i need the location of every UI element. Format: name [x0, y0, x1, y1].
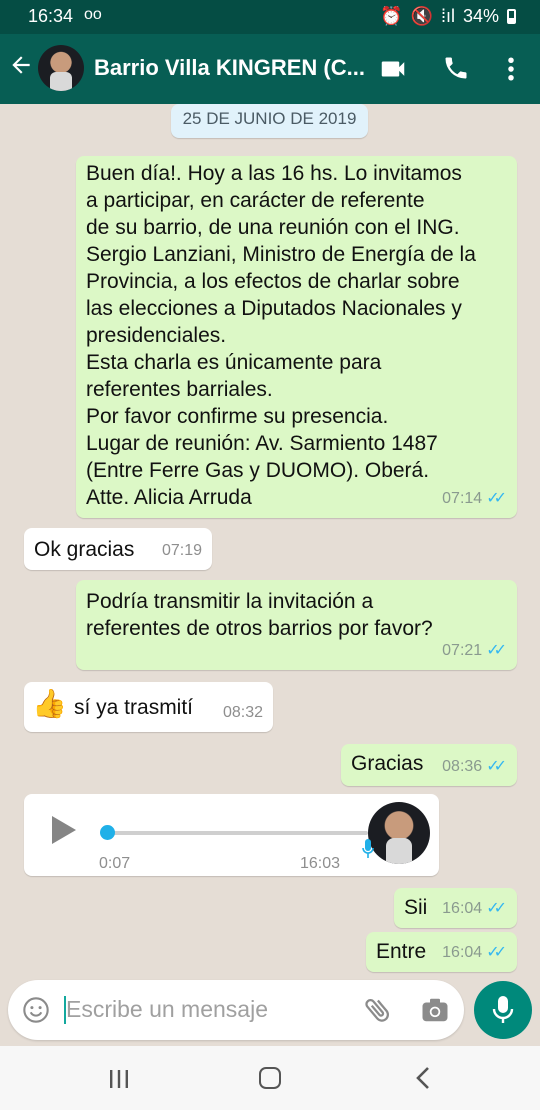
back-icon[interactable]: [414, 1066, 432, 1095]
read-ticks-icon: ✓✓: [486, 642, 507, 659]
message-meta: 08:32: [223, 699, 263, 726]
message-text: Entre: [376, 940, 427, 963]
message-text: Sii: [404, 896, 428, 919]
message-bubble-incoming[interactable]: 👍 sí ya trasmití 08:32: [24, 682, 273, 732]
read-ticks-icon: ✓✓: [486, 490, 507, 507]
voice-message-bubble[interactable]: 0:07 16:03: [24, 794, 439, 876]
play-icon[interactable]: [52, 816, 76, 844]
date-chip: 25 DE JUNIO DE 2019: [171, 104, 368, 138]
message-time: 16:04: [442, 900, 483, 917]
signal-icon: ⁞ıl: [440, 6, 455, 26]
message-time: 16:03: [300, 855, 341, 872]
system-nav-bar: [0, 1046, 540, 1110]
read-ticks-icon: ✓✓: [486, 944, 507, 961]
message-bubble-incoming[interactable]: Ok gracias 07:19: [24, 528, 212, 570]
message-composer[interactable]: Escribe un mensaje: [8, 980, 464, 1040]
message-text: sí ya trasmití: [74, 696, 194, 719]
message-text: Ok gracias: [34, 538, 135, 561]
message-meta: 07:19: [162, 537, 202, 564]
mic-button[interactable]: [474, 981, 532, 1039]
battery-percent: 34%: [462, 6, 499, 26]
message-bubble-outgoing[interactable]: Entre 16:04 ✓✓: [366, 932, 517, 972]
message-text: Podría transmitir la invitación a refere…: [86, 590, 433, 640]
chat-area[interactable]: 25 DE JUNIO DE 2019 Buen día!. Hoy a las…: [0, 104, 540, 980]
mute-icon: 🔇: [410, 6, 433, 26]
message-time: 07:14: [442, 490, 483, 507]
chat-header: Barrio Villa KINGREN (C...: [0, 34, 540, 104]
phone-icon[interactable]: [442, 54, 470, 87]
thumbs-up-emoji: 👍: [32, 688, 67, 719]
read-ticks-icon: ✓✓: [486, 758, 507, 775]
alarm-icon: ⏰: [380, 6, 403, 26]
more-vert-icon[interactable]: [500, 54, 522, 89]
emoji-icon[interactable]: [22, 996, 50, 1029]
attach-icon[interactable]: [362, 994, 394, 1031]
read-ticks-icon: ✓✓: [486, 900, 507, 917]
voice-progress-knob[interactable]: [100, 825, 115, 840]
message-time: 16:04: [442, 944, 483, 961]
message-input[interactable]: Escribe un mensaje: [66, 996, 268, 1023]
message-meta: 07:14 ✓✓: [442, 485, 507, 512]
message-meta: 16:04 ✓✓: [442, 895, 507, 922]
message-time: 08:36: [442, 758, 483, 775]
message-time: 07:21: [442, 642, 483, 659]
recent-apps-icon[interactable]: [108, 1068, 130, 1095]
message-time: 07:19: [161, 542, 202, 559]
voice-progress-track[interactable]: [102, 831, 368, 835]
message-time: 08:32: [222, 704, 263, 721]
contact-avatar[interactable]: [38, 45, 84, 91]
camera-icon[interactable]: [420, 996, 450, 1029]
status-time: 16:34: [28, 6, 74, 26]
chat-title[interactable]: Barrio Villa KINGREN (C...: [94, 55, 365, 81]
message-bubble-outgoing[interactable]: Sii 16:04 ✓✓: [394, 888, 517, 928]
message-text: Gracias: [351, 752, 424, 775]
home-icon[interactable]: [259, 1067, 281, 1089]
status-bar: 16:34 oo ⏰ 🔇 ⁞ıl 34%: [0, 0, 540, 34]
voicemail-icon: oo: [84, 6, 102, 23]
message-text: Buen día!. Hoy a las 16 hs. Lo invitamos…: [86, 162, 476, 509]
back-arrow-icon[interactable]: [8, 52, 34, 85]
message-bubble-outgoing[interactable]: Buen día!. Hoy a las 16 hs. Lo invitamos…: [76, 156, 517, 518]
message-meta: 08:36 ✓✓: [442, 753, 507, 780]
message-bubble-outgoing[interactable]: Podría transmitir la invitación a refere…: [76, 580, 517, 670]
voice-duration: 0:07: [99, 855, 131, 872]
message-meta: 07:21 ✓✓: [442, 637, 507, 664]
mic-icon: [492, 996, 514, 1023]
video-call-icon[interactable]: [378, 54, 408, 89]
status-right: ⏰ 🔇 ⁞ıl 34%: [380, 6, 516, 27]
battery-icon: [507, 9, 516, 24]
message-bubble-outgoing[interactable]: Gracias 08:36 ✓✓: [341, 744, 517, 786]
voice-sender-avatar: [368, 802, 430, 864]
message-meta: 16:04 ✓✓: [442, 939, 507, 966]
voice-mic-icon: [362, 839, 374, 858]
